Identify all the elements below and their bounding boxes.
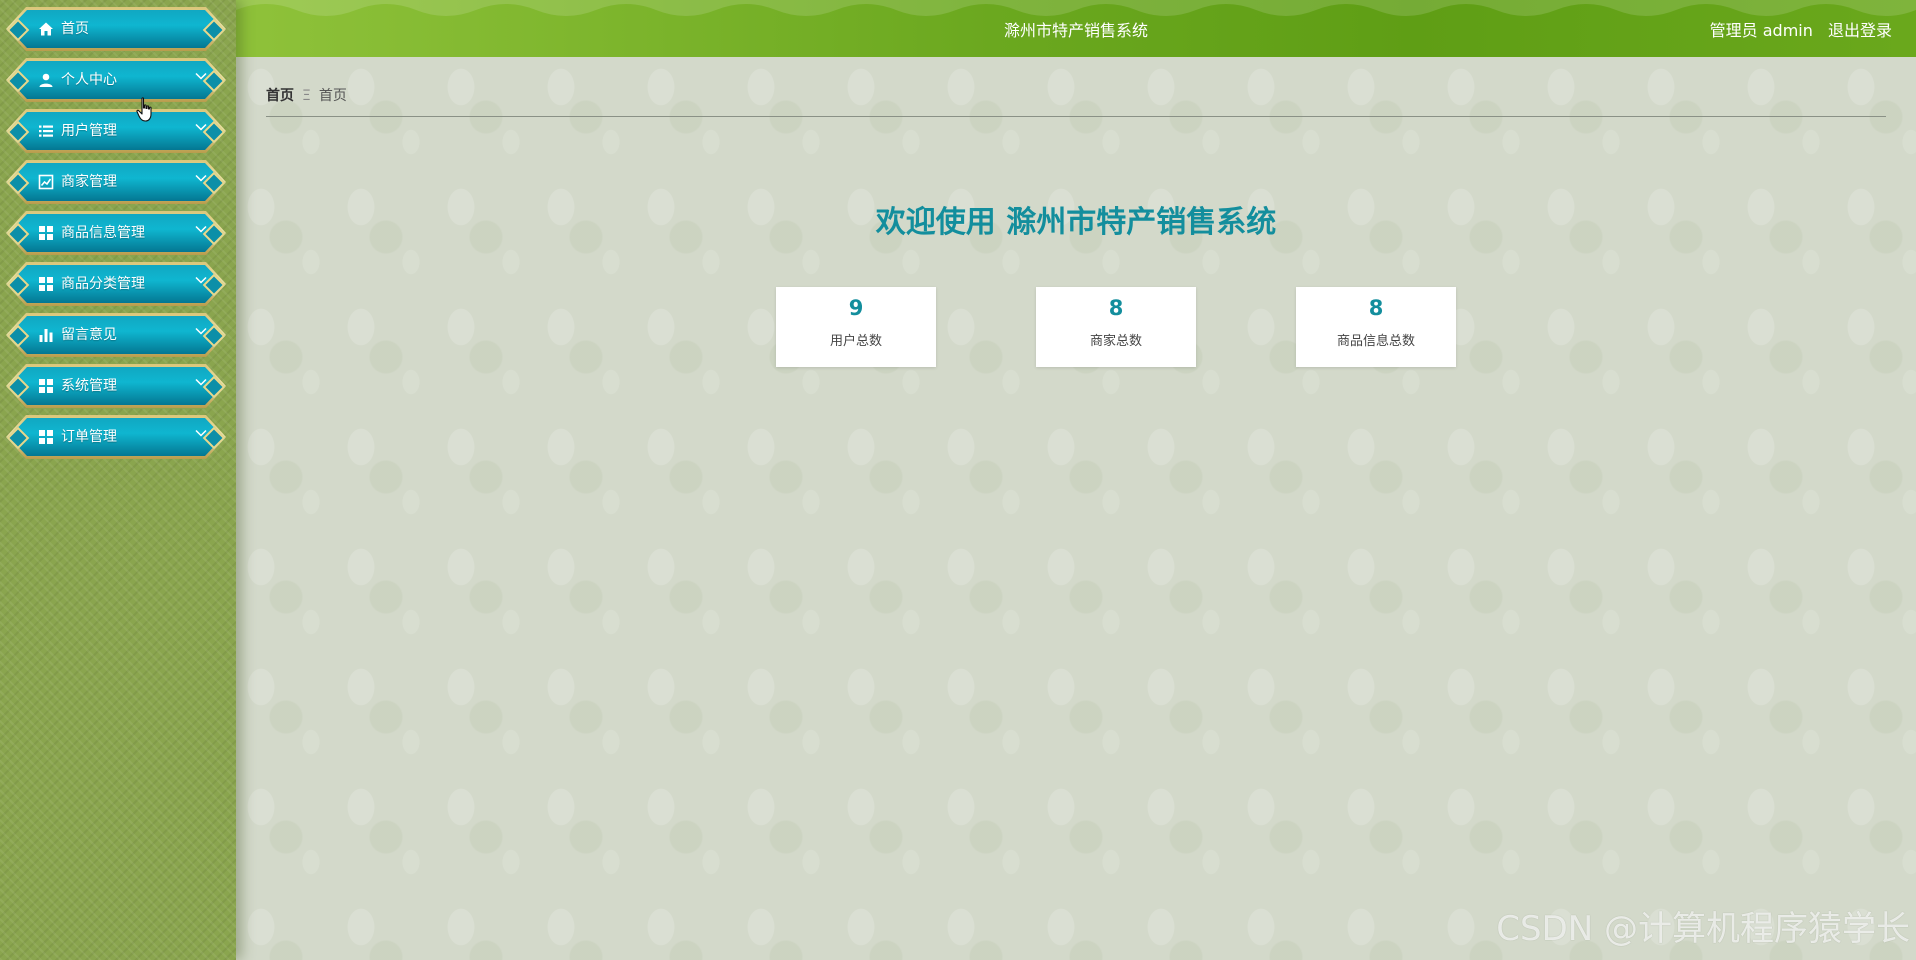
current-user-label: 管理员 admin <box>1709 21 1813 40</box>
sidebar-item-3[interactable]: 商家管理 <box>6 160 226 204</box>
stat-label: 商家总数 <box>1089 334 1142 349</box>
sidebar-item-label: 商家管理 <box>61 174 117 190</box>
sidebar-item-6[interactable]: 留言意见 <box>6 313 226 357</box>
sidebar-item-label: 首页 <box>61 21 89 37</box>
chevron-down-icon <box>195 225 207 233</box>
breadcrumb-root[interactable]: 首页 <box>266 88 294 104</box>
sidebar-item-8[interactable]: 订单管理 <box>6 415 226 459</box>
grid-icon <box>39 226 53 240</box>
chevron-down-icon <box>195 378 207 386</box>
sidebar-item-5[interactable]: 商品分类管理 <box>6 262 226 306</box>
sidebar-item-label: 用户管理 <box>61 123 117 139</box>
sidebar-item-label: 留言意见 <box>61 327 117 343</box>
stat-value: 9 <box>848 296 864 320</box>
stat-card-products: 8 商品信息总数 <box>1296 287 1456 367</box>
chevron-down-icon <box>195 72 207 80</box>
chevron-down-icon <box>195 429 207 437</box>
list-icon <box>39 125 53 137</box>
sidebar: 首页个人中心用户管理商家管理商品信息管理 商品分类管理 留言意见系统管理订单管理 <box>0 0 236 960</box>
sidebar-item-label: 个人中心 <box>61 72 117 88</box>
sidebar-item-label: 商品分类管理 <box>61 276 145 292</box>
csdn-watermark: CSDN @计算机程序猿学长 <box>1496 909 1910 949</box>
chevron-down-icon <box>195 276 207 284</box>
home-icon <box>39 22 53 36</box>
grid-icon <box>39 430 53 444</box>
system-title: 滁州市特产销售系统 <box>1003 21 1148 40</box>
breadcrumb-separator: Ξ <box>302 88 311 104</box>
stat-card-users: 9 用户总数 <box>776 287 936 367</box>
breadcrumb-current: 首页 <box>318 88 347 104</box>
sidebar-item-label: 商品信息管理 <box>61 225 145 241</box>
chevron-down-icon <box>195 123 207 131</box>
breadcrumb: 首页 Ξ 首页 <box>266 85 347 105</box>
user-icon <box>39 73 53 87</box>
stat-label: 用户总数 <box>829 334 882 349</box>
sidebar-item-1[interactable]: 个人中心 <box>6 58 226 102</box>
stat-value: 8 <box>1368 296 1384 320</box>
welcome-heading: 欢迎使用 滁州市特产销售系统 <box>875 205 1277 240</box>
main-content: 首页 Ξ 首页 欢迎使用 滁州市特产销售系统 9 用户总数 8 商家总数 8 商品信… <box>236 57 1916 960</box>
stat-card-merchants: 8 商家总数 <box>1036 287 1196 367</box>
sidebar-item-2[interactable]: 用户管理 <box>6 109 226 153</box>
chevron-down-icon <box>195 174 207 182</box>
sidebar-item-label: 系统管理 <box>61 378 117 394</box>
top-header: 滁州市特产销售系统 管理员 admin 退出登录 <box>236 0 1916 57</box>
bar-chart-icon <box>39 329 53 342</box>
hand-cursor-icon <box>136 97 152 122</box>
grid-icon <box>39 379 53 393</box>
sidebar-item-0[interactable]: 首页 <box>6 7 226 51</box>
grid-icon <box>39 277 53 291</box>
logout-link[interactable]: 退出登录 <box>1828 21 1892 40</box>
stat-value: 8 <box>1108 296 1124 320</box>
stat-label: 商品信息总数 <box>1336 334 1415 349</box>
user-area: 管理员 admin 退出登录 <box>1700 17 1892 41</box>
chevron-down-icon <box>195 327 207 335</box>
chart-line-icon <box>38 174 54 190</box>
sidebar-item-label: 订单管理 <box>61 429 117 445</box>
sidebar-item-7[interactable]: 系统管理 <box>6 364 226 408</box>
breadcrumb-divider <box>266 116 1886 117</box>
sidebar-item-4[interactable]: 商品信息管理 <box>6 211 226 255</box>
